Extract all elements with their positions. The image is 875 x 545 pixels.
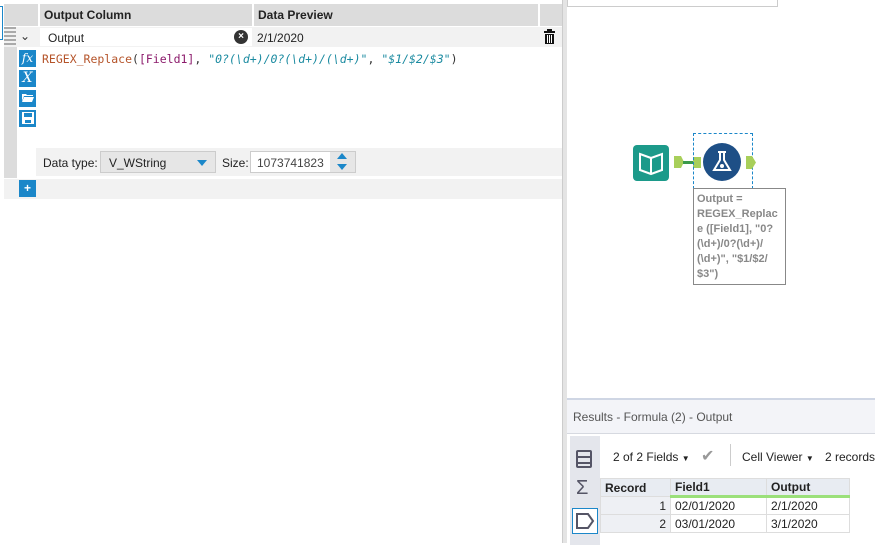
formula-output-anchor-icon[interactable] bbox=[746, 156, 756, 169]
row-side-bar bbox=[4, 47, 17, 178]
summary-sigma-icon[interactable]: Σ bbox=[576, 478, 588, 498]
header-data-preview: Data Preview bbox=[254, 4, 538, 26]
metadata-view-icon[interactable] bbox=[572, 508, 598, 534]
drag-handle[interactable] bbox=[4, 27, 16, 47]
field1-cell[interactable]: 03/01/2020 bbox=[670, 514, 767, 533]
expression-editor[interactable]: REGEX_Replace([Field1], "0?(\d+)/0?(\d+)… bbox=[42, 52, 458, 66]
expr-close: ) bbox=[450, 52, 458, 66]
expr-sep: , bbox=[194, 52, 209, 66]
type-bar: Data type: V_WString Size: 1073741823 bbox=[36, 148, 562, 176]
record-cell: 2 bbox=[600, 514, 671, 533]
data-type-value: V_WString bbox=[109, 156, 167, 170]
expr-open: ( bbox=[132, 52, 139, 66]
overview-box bbox=[567, 0, 778, 7]
table-row[interactable]: 2 03/01/2020 3/1/2020 bbox=[600, 514, 850, 533]
output-cell[interactable]: 3/1/2020 bbox=[766, 514, 850, 533]
record-cell: 1 bbox=[600, 496, 671, 515]
formula-tool-icon[interactable] bbox=[703, 143, 741, 181]
results-panel: Results - Formula (2) - Output Σ 2 of 2 … bbox=[567, 398, 875, 545]
col-header-field1[interactable]: Field1 bbox=[670, 478, 767, 498]
data-type-select[interactable]: V_WString bbox=[100, 151, 216, 173]
col-header-record[interactable]: Record bbox=[600, 478, 671, 497]
save-icon[interactable] bbox=[19, 110, 36, 127]
variable-x-icon[interactable]: X bbox=[19, 70, 36, 87]
output-cell[interactable]: 2/1/2020 bbox=[766, 496, 850, 515]
data-type-label: Data type: bbox=[43, 156, 98, 170]
col-header-output[interactable]: Output bbox=[766, 478, 850, 498]
field1-cell[interactable]: 02/01/2020 bbox=[670, 496, 767, 515]
tool-annotation: Output = REGEX_Replace ([Field1], "0? (\… bbox=[693, 188, 786, 285]
open-folder-icon[interactable] bbox=[19, 90, 36, 107]
trash-icon[interactable] bbox=[543, 29, 556, 45]
records-count: 2 records bbox=[825, 450, 875, 464]
stepper-down-icon[interactable] bbox=[337, 164, 347, 170]
results-sidebar: Σ bbox=[570, 436, 600, 545]
collapse-chevron-icon[interactable]: ⌄ bbox=[20, 29, 30, 43]
input-tool-icon[interactable] bbox=[633, 145, 669, 181]
apply-check-icon[interactable]: ✔ bbox=[701, 446, 714, 466]
formula-config-panel: Output Column Data Preview ⌄ Output × 2/… bbox=[0, 0, 562, 543]
expr-field: [Field1] bbox=[138, 52, 195, 66]
add-formula-button[interactable]: + bbox=[19, 180, 36, 197]
header-output-column: Output Column bbox=[40, 4, 252, 26]
fields-count: 2 of 2 Fields bbox=[613, 450, 679, 464]
output-column-value: Output bbox=[48, 31, 85, 45]
cell-viewer-dropdown[interactable]: Cell Viewer ▼ bbox=[742, 450, 814, 464]
clear-icon[interactable]: × bbox=[234, 30, 248, 44]
header-end bbox=[540, 4, 562, 26]
expr-replacement: "$1/$2/$3" bbox=[381, 52, 451, 66]
toolbar-divider bbox=[730, 444, 731, 466]
add-row-bar bbox=[4, 179, 562, 199]
size-stepper[interactable] bbox=[330, 152, 355, 172]
size-value: 1073741823 bbox=[257, 156, 324, 170]
table-view-icon[interactable] bbox=[576, 450, 592, 468]
expr-function: REGEX_Replace bbox=[42, 52, 133, 66]
expr-pattern: "0?(\d+)/0?(\d+)/(\d+)" bbox=[208, 52, 368, 66]
cell-viewer-label: Cell Viewer bbox=[742, 450, 803, 464]
dropdown-arrow-icon bbox=[197, 160, 207, 171]
fields-dropdown[interactable]: 2 of 2 Fields ▼ bbox=[613, 450, 690, 464]
stepper-up-icon[interactable] bbox=[337, 153, 347, 159]
panel-edge bbox=[0, 6, 3, 40]
size-label: Size: bbox=[222, 156, 249, 170]
data-preview-value: 2/1/2020 bbox=[257, 31, 304, 45]
workflow-canvas[interactable]: Output = REGEX_Replace ([Field1], "0? (\… bbox=[567, 0, 875, 398]
results-title: Results - Formula (2) - Output bbox=[567, 400, 875, 434]
function-fx-icon[interactable]: fx bbox=[19, 50, 36, 67]
results-table: Record Field1 Output 1 02/01/2020 2/1/2020… bbox=[600, 478, 850, 533]
table-row[interactable]: 1 02/01/2020 2/1/2020 bbox=[600, 496, 850, 515]
output-column-input[interactable]: Output bbox=[40, 28, 252, 46]
header-blank bbox=[4, 4, 38, 26]
expr-sep: , bbox=[367, 52, 382, 66]
